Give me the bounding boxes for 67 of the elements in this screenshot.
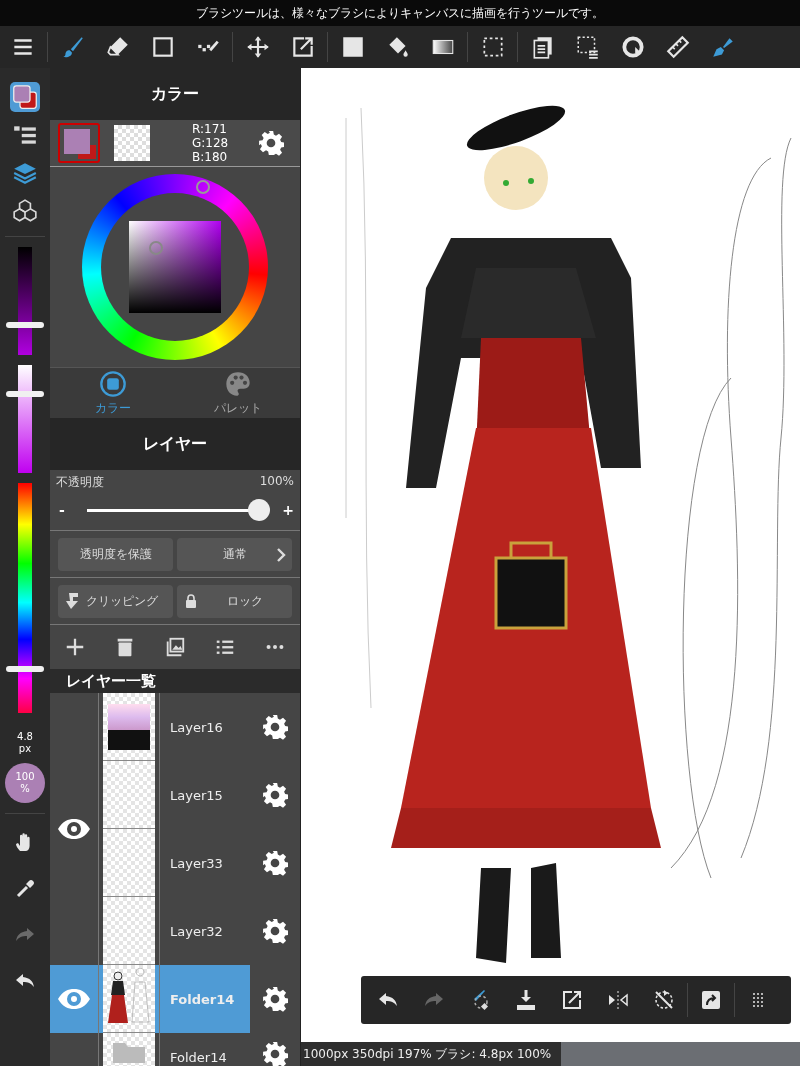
layer-thumbnail bbox=[103, 829, 155, 897]
settings-icon[interactable] bbox=[262, 986, 288, 1012]
vertical-slider[interactable] bbox=[6, 362, 44, 476]
status-text: 1000px 350dpi 197% ブラシ: 4.8px 100% bbox=[301, 1042, 562, 1066]
slider-handle[interactable] bbox=[6, 321, 44, 328]
layers-icon[interactable] bbox=[12, 160, 38, 186]
increase-button[interactable]: + bbox=[282, 502, 294, 518]
color-swatch[interactable] bbox=[58, 123, 100, 163]
layer-thumbnail bbox=[103, 693, 155, 761]
layer-list-title: レイヤー一覧 bbox=[50, 669, 300, 693]
settings-icon[interactable] bbox=[262, 850, 288, 876]
download-icon[interactable] bbox=[514, 988, 538, 1012]
panel-tab[interactable]: カラー bbox=[50, 368, 175, 418]
chevron-right-icon bbox=[276, 546, 286, 563]
primary-color bbox=[64, 129, 90, 154]
color-swatch-icon[interactable] bbox=[10, 82, 40, 112]
export-icon[interactable] bbox=[560, 988, 584, 1012]
settings-icon[interactable] bbox=[258, 130, 284, 156]
clipping-button[interactable]: クリッピング bbox=[58, 584, 173, 618]
selection-list-icon[interactable] bbox=[574, 34, 601, 60]
color-handle[interactable] bbox=[149, 241, 163, 255]
share-icon[interactable] bbox=[699, 988, 723, 1012]
layer-item[interactable]: Layer33 bbox=[160, 829, 250, 897]
layer-item[interactable]: Layer16 bbox=[160, 693, 250, 761]
lock-icon bbox=[185, 594, 197, 608]
ruler-icon[interactable] bbox=[664, 34, 691, 60]
clip-arrow-icon bbox=[66, 592, 80, 610]
settings-icon[interactable] bbox=[262, 782, 288, 808]
eye-icon[interactable] bbox=[57, 818, 91, 840]
lock-button[interactable]: ロック bbox=[177, 584, 292, 618]
brush-size-unit: px bbox=[18, 743, 32, 755]
opacity-value: 100% bbox=[259, 474, 294, 490]
rotation-off-icon[interactable] bbox=[652, 988, 676, 1012]
image-stack-icon[interactable] bbox=[164, 636, 186, 658]
vertical-slider[interactable] bbox=[6, 480, 44, 716]
vertical-slider[interactable] bbox=[6, 244, 44, 358]
decrease-button[interactable]: - bbox=[56, 502, 68, 518]
blend-mode-button[interactable]: 通常 bbox=[177, 537, 292, 571]
slider-handle[interactable] bbox=[248, 499, 270, 521]
layer-thumbnail bbox=[103, 897, 155, 965]
settings-icon[interactable] bbox=[262, 918, 288, 944]
rgb-value: R:171 bbox=[192, 122, 228, 136]
protect-alpha-button[interactable]: 透明度を保護 bbox=[58, 537, 173, 571]
brush-opacity-button[interactable]: 100 % bbox=[5, 763, 45, 803]
flip-icon[interactable] bbox=[606, 988, 630, 1012]
settings-icon[interactable] bbox=[262, 1041, 288, 1066]
slider-handle[interactable] bbox=[6, 390, 44, 397]
layer-thumbnail bbox=[103, 761, 155, 829]
layer-item[interactable]: Folder14 bbox=[160, 1033, 250, 1066]
panel-title: カラー bbox=[50, 68, 300, 120]
panel-title: レイヤー bbox=[50, 418, 300, 470]
add-icon[interactable] bbox=[64, 636, 86, 658]
rgb-value: G:128 bbox=[192, 136, 230, 150]
panel-tab[interactable]: パレット bbox=[175, 368, 300, 418]
opacity-label: 不透明度 bbox=[56, 474, 104, 491]
layer-item[interactable]: Layer15 bbox=[160, 761, 250, 829]
hue-handle[interactable] bbox=[196, 180, 210, 194]
rgb-value: B:180 bbox=[192, 150, 229, 164]
transparent-swatch[interactable] bbox=[114, 125, 150, 161]
settings-icon[interactable] bbox=[262, 714, 288, 740]
layer-item[interactable]: Layer32 bbox=[160, 897, 250, 965]
color-circle-icon bbox=[98, 369, 127, 398]
brush-size-value: 4.8 bbox=[17, 731, 33, 743]
tool-hint-text: ブラシツールは、様々なブラシによりキャンバスに描画を行うツールです。 bbox=[0, 0, 800, 26]
saturation-square[interactable] bbox=[129, 221, 221, 313]
slider-handle[interactable] bbox=[6, 665, 44, 672]
rotate-icon[interactable] bbox=[619, 34, 646, 60]
